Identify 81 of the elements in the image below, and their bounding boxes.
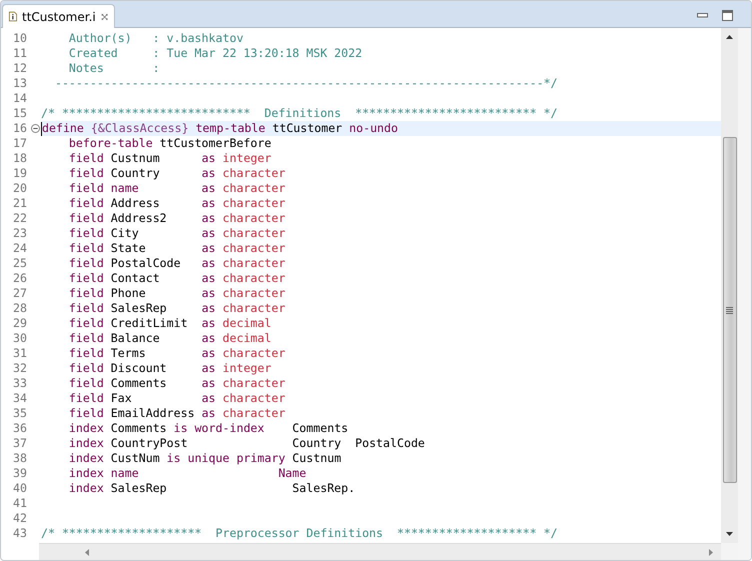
line-number: 31 (13, 346, 28, 361)
line-number: 40 (13, 481, 28, 496)
code-line: field City as character (68, 226, 286, 241)
maximize-icon[interactable] (722, 10, 733, 20)
line-number: 12 (13, 61, 28, 76)
collapse-icon[interactable] (31, 124, 40, 133)
code-line: index CustNum is unique primary Custnum (68, 451, 342, 466)
line-number: 32 (13, 361, 28, 376)
line-number: 34 (13, 391, 28, 406)
code-line: field Address as character (68, 196, 286, 211)
line-number: 36 (13, 421, 28, 436)
scrollbar-thumb[interactable] (722, 137, 736, 483)
code-line: field name as character (68, 181, 286, 196)
code-line: /* ******************** Preprocessor Definitions ******************** */ (41, 526, 558, 541)
scroll-left-icon[interactable] (85, 548, 90, 556)
code-line: index CountryPost Country PostalCode (68, 436, 425, 451)
code-line: before-table ttCustomerBefore (68, 136, 272, 151)
line-number: 43 (13, 526, 28, 541)
code-line: field Terms as character (68, 346, 286, 361)
scroll-right-icon[interactable] (708, 548, 713, 556)
line-number: 14 (13, 91, 28, 106)
line-number: 11 (13, 46, 28, 61)
scroll-up-icon[interactable] (726, 35, 733, 39)
code-line: Author(s) : v.bashkatov (68, 31, 244, 46)
minimize-icon[interactable] (697, 12, 708, 18)
code-line: Created : Tue Mar 22 13:20:18 MSK 2022 (68, 46, 362, 61)
code-line: Notes : (68, 61, 160, 76)
vertical-scrollbar[interactable] (721, 28, 738, 560)
line-number: 10 (13, 31, 28, 46)
code-line: field Comments as character (68, 376, 286, 391)
line-number: 39 (13, 466, 28, 481)
line-number: 33 (13, 376, 28, 391)
line-number: 30 (13, 331, 28, 346)
code-line: field PostalCode as character (68, 256, 286, 271)
line-number: 24 (13, 241, 28, 256)
tab-title: ttCustomer.i (22, 10, 96, 24)
code-line: field Phone as character (68, 286, 286, 301)
code-line: field Address2 as character (68, 211, 286, 226)
line-number: 37 (13, 436, 28, 451)
code-line: field Discount as integer (68, 361, 272, 376)
code-line: index Comments is word-index Comments (68, 421, 348, 436)
line-number: 26 (13, 271, 28, 286)
file-icon (9, 10, 17, 23)
line-number: 19 (13, 166, 28, 181)
code-line: field EmailAddress as character (68, 406, 286, 421)
text-caret (41, 122, 42, 136)
line-number: 42 (13, 511, 28, 526)
line-number: 35 (13, 406, 28, 421)
line-number: 17 (13, 136, 28, 151)
code-line: index SalesRep SalesRep. (68, 481, 356, 496)
code-line: field Balance as decimal (68, 331, 272, 346)
line-number: 28 (13, 301, 28, 316)
line-number: 41 (13, 496, 28, 511)
code-line: field SalesRep as character (68, 301, 286, 316)
code-line: field State as character (68, 241, 286, 256)
code-line: ----------------------------------------------------------------------*/ (54, 76, 558, 91)
line-number: 25 (13, 256, 28, 271)
code-line: field Contact as character (68, 271, 286, 286)
line-number: 22 (13, 211, 28, 226)
code-line: /* *************************** Definitions ************************** */ (41, 106, 558, 121)
code-line: field Country as character (68, 166, 286, 181)
line-number: 13 (13, 76, 28, 91)
editor-tab[interactable]: ttCustomer.i (2, 4, 115, 28)
line-number: 29 (13, 316, 28, 331)
line-number: 21 (13, 196, 28, 211)
close-icon[interactable] (100, 12, 108, 22)
code-line: define {&ClassAccess} temp-table ttCustomer no-undo (42, 121, 398, 136)
code-line: index name Name (68, 466, 306, 481)
line-number: 18 (13, 151, 28, 166)
line-number: 27 (13, 286, 28, 301)
grip-icon (726, 306, 733, 314)
code-line: field Fax as character (68, 391, 286, 406)
horizontal-scrollbar[interactable] (39, 543, 721, 560)
line-number: 23 (13, 226, 28, 241)
code-line: field Custnum as integer (68, 151, 272, 166)
line-number: 16 (13, 121, 28, 136)
line-number: 38 (13, 451, 28, 466)
line-number: 20 (13, 181, 28, 196)
code-line: field CreditLimit as decimal (68, 316, 272, 331)
scroll-down-icon[interactable] (726, 532, 733, 536)
line-number: 15 (13, 106, 28, 121)
